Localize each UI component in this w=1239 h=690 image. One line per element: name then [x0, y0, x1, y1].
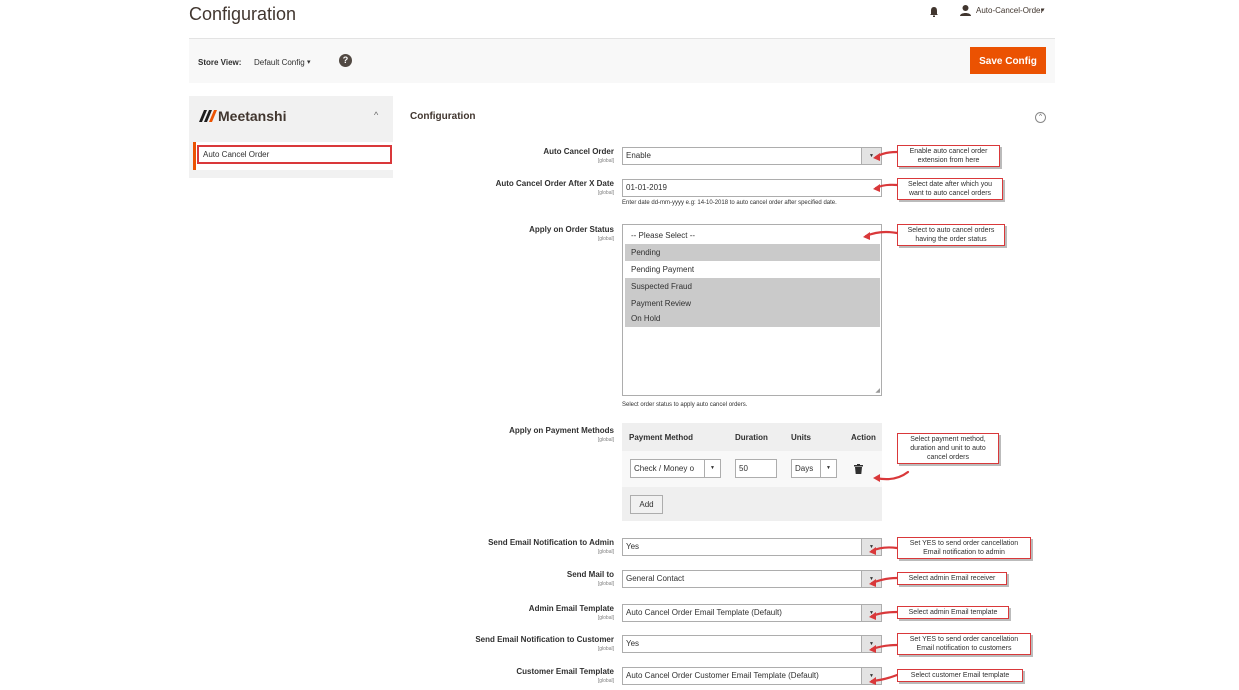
- callout-payment-methods: Select payment method, duration and unit…: [897, 433, 999, 464]
- callout-line: having the order status: [915, 236, 987, 243]
- callout-send-mail-to: Select admin Email receiver: [897, 572, 1007, 585]
- arrow-4: [874, 470, 910, 481]
- arrow-3: [864, 230, 899, 238]
- callout-admin-template: Select admin Email template: [897, 606, 1009, 619]
- callout-line: Set YES to send order cancellation: [909, 636, 1019, 643]
- callout-line: want to auto cancel orders: [908, 190, 992, 197]
- callout-line: duration and unit to auto: [910, 445, 986, 452]
- callout-line: Email notification to customers: [916, 645, 1012, 652]
- annotation-arrows: [863, 150, 910, 685]
- callout-date: Select date after which you want to auto…: [897, 178, 1003, 200]
- callout-line: Select to auto cancel orders: [907, 227, 995, 234]
- callout-line: Select admin Email template: [908, 609, 998, 616]
- callout-line: Select customer Email template: [910, 672, 1010, 679]
- callout-line: Select date after which you: [907, 181, 993, 188]
- callout-line: Select admin Email receiver: [908, 575, 996, 582]
- callout-line: extension from here: [917, 157, 980, 164]
- callout-order-status: Select to auto cancel orders having the …: [897, 224, 1005, 246]
- callout-email-admin: Set YES to send order cancellation Email…: [897, 537, 1031, 559]
- callout-line: Enable auto cancel order: [909, 148, 988, 155]
- callout-line: Email notification to admin: [923, 549, 1005, 556]
- callout-line: Select payment method,: [910, 436, 986, 443]
- callout-email-customer: Set YES to send order cancellation Email…: [897, 633, 1031, 655]
- callout-customer-template: Select customer Email template: [897, 669, 1023, 682]
- callout-line: Set YES to send order cancellation: [909, 540, 1019, 547]
- callout-auto-cancel: Enable auto cancel order extension from …: [897, 145, 1000, 167]
- callout-line: cancel orders: [926, 454, 970, 461]
